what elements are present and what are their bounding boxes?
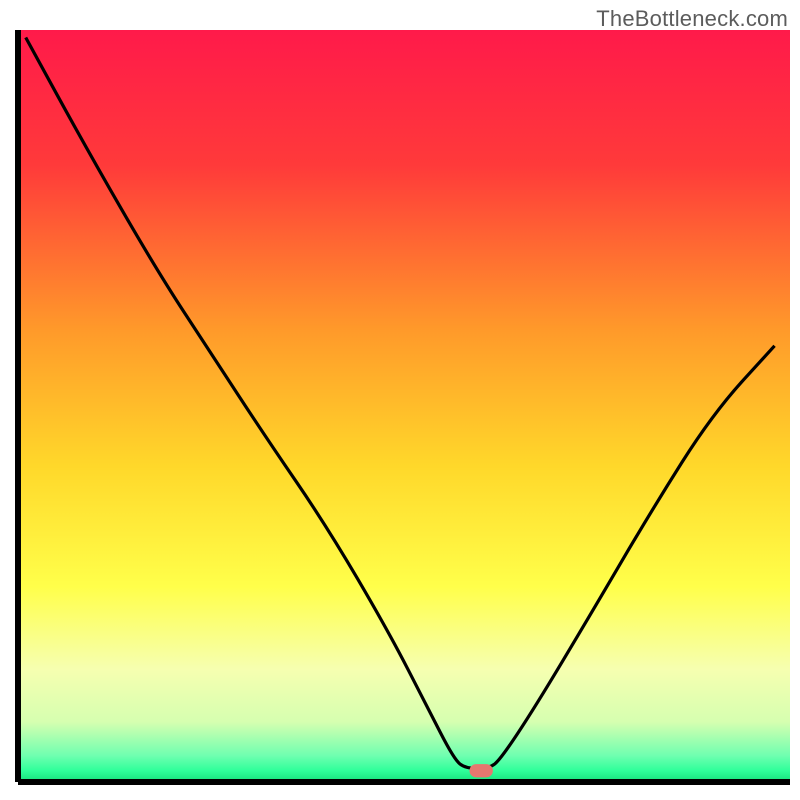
bottleneck-chart: [0, 0, 800, 800]
optimum-marker: [470, 764, 493, 777]
watermark-text: TheBottleneck.com: [596, 6, 788, 32]
chart-container: TheBottleneck.com: [0, 0, 800, 800]
plot-background: [18, 30, 790, 782]
